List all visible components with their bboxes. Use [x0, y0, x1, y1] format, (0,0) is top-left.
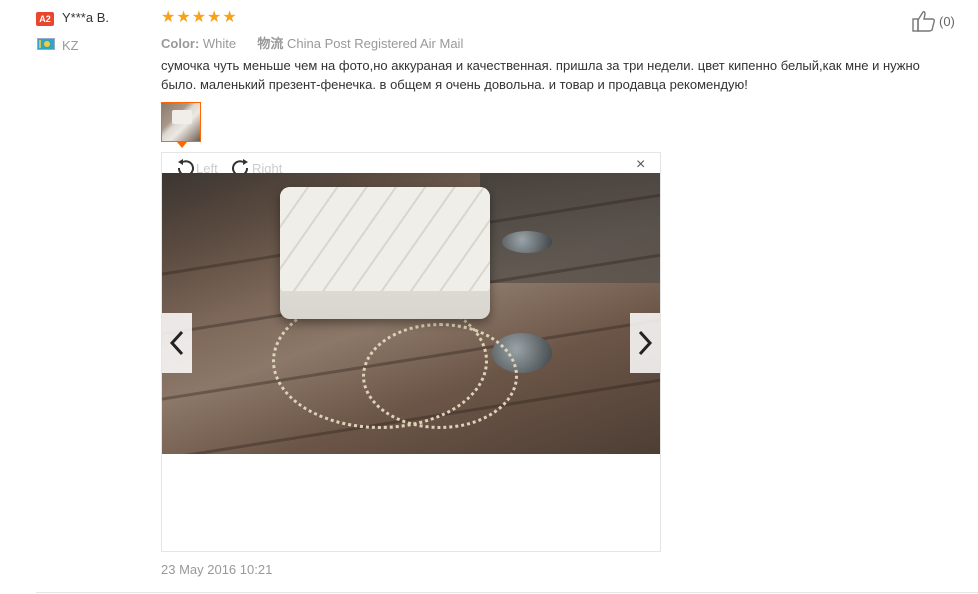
thumbs-up-icon	[912, 11, 936, 32]
star-icon: ★	[176, 9, 191, 26]
logistics-value: China Post Registered Air Mail	[287, 36, 464, 51]
kazakhstan-flag-icon	[37, 38, 55, 50]
buyer-country: KZ	[62, 38, 79, 53]
rating-stars: ★ ★ ★ ★ ★	[161, 10, 237, 26]
photo-viewer: Left Right ×	[161, 152, 661, 552]
previous-photo-button[interactable]	[162, 313, 192, 373]
logistics-label: 物流	[257, 36, 284, 51]
chevron-right-icon	[638, 330, 653, 356]
chevron-left-icon	[169, 330, 184, 356]
color-label: Color:	[161, 36, 200, 51]
review-divider	[36, 592, 978, 593]
star-icon: ★	[207, 9, 222, 26]
buyer-level-badge: A2	[36, 12, 54, 26]
star-icon: ★	[191, 9, 207, 26]
star-icon: ★	[161, 9, 176, 26]
next-photo-button[interactable]	[630, 313, 660, 373]
thumbnail-selected-arrow	[177, 142, 187, 148]
close-viewer-button[interactable]: ×	[636, 156, 645, 174]
buyer-name: Y***a B.	[62, 10, 109, 25]
helpful-count: (0)	[939, 13, 955, 29]
review-date: 23 May 2016 10:21	[161, 562, 273, 577]
star-icon: ★	[222, 9, 237, 26]
review-photo	[162, 173, 660, 454]
order-info: Color: White 物流 China Post Registered Ai…	[161, 33, 463, 52]
helpful-button[interactable]: (0)	[912, 10, 955, 32]
review-text: сумочка чуть меньше чем на фото,но аккур…	[161, 58, 920, 92]
review-photo-thumbnail[interactable]	[161, 102, 201, 142]
color-value: White	[202, 36, 237, 51]
